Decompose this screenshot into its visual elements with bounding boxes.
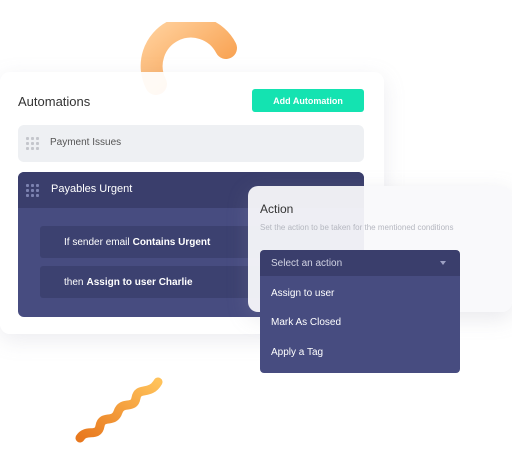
add-automation-button[interactable]: Add Automation (252, 89, 364, 112)
drag-handle-icon[interactable] (26, 184, 39, 197)
action-subtitle: Set the action to be taken for the menti… (260, 223, 454, 232)
action-prefix: then (64, 276, 84, 288)
rule-label: Payables Urgent (51, 183, 133, 195)
condition-prefix: If sender email (64, 236, 130, 248)
decorative-wave-ribbon (75, 377, 163, 443)
condition-value: Contains Urgent (132, 236, 211, 248)
action-value: Assign to user Charlie (86, 276, 193, 288)
rule-label: Payment Issues (50, 137, 122, 148)
menu-item-assign-to-user[interactable]: Assign to user (271, 288, 334, 299)
menu-item-mark-as-closed[interactable]: Mark As Closed (271, 317, 341, 328)
menu-item-apply-a-tag[interactable]: Apply a Tag (271, 347, 323, 358)
chevron-down-icon[interactable] (440, 261, 446, 265)
drag-handle-icon[interactable] (26, 137, 39, 150)
action-select[interactable]: Select an action (260, 250, 460, 276)
action-dropdown-menu: Assign to user Mark As Closed Apply a Ta… (260, 276, 460, 373)
action-title: Action (260, 202, 294, 216)
select-placeholder: Select an action (271, 257, 343, 269)
rule-item-payment-issues[interactable]: Payment Issues (18, 125, 364, 162)
automations-title: Automations (18, 94, 91, 109)
